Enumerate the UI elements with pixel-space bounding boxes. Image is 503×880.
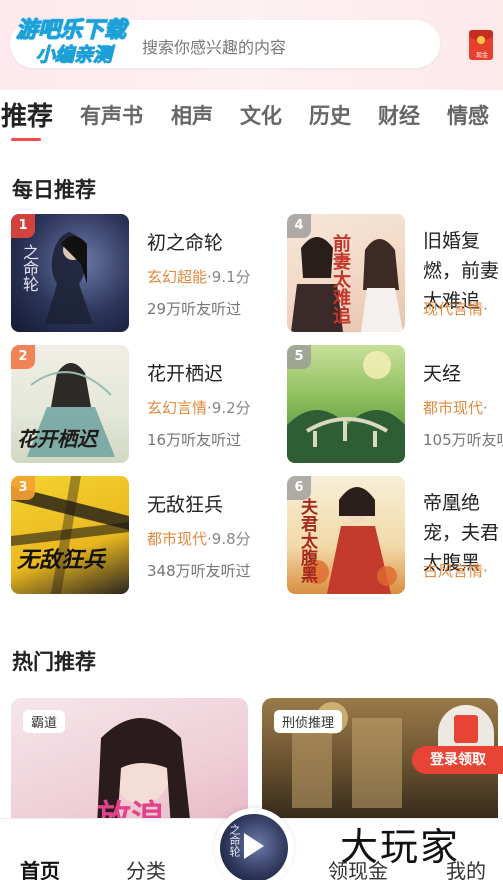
nav-category[interactable]: 分类 (126, 855, 166, 880)
book-genre: 都市现代 (147, 530, 208, 548)
book-meta: 现代言情· (423, 298, 488, 319)
tab-crosstalk[interactable]: 相声 (171, 100, 213, 130)
active-tab-indicator (11, 138, 41, 141)
daily-section-title: 每日推荐 (12, 178, 96, 202)
book-genre: 玄幻言情 (147, 399, 208, 417)
player-cover-title: 之命轮 (228, 824, 241, 857)
rank-badge: 6 (287, 476, 311, 500)
rank-badge: 4 (287, 214, 311, 238)
rank-badge: 3 (11, 476, 35, 500)
book-title: 无敌狂兵 (147, 494, 224, 516)
book-score: ·9.1分 (207, 268, 251, 286)
book-cover: 之命轮 1 (11, 214, 129, 332)
hot-card-tag: 霸道 (23, 710, 66, 733)
tab-finance[interactable]: 财经 (378, 100, 420, 130)
tab-emotion[interactable]: 情感 (447, 100, 489, 130)
book-score: · (483, 562, 488, 580)
watermark-line2: 小编亲测 (35, 44, 113, 67)
play-icon (244, 833, 264, 859)
book-genre: 古风言情 (423, 562, 484, 580)
book-score: ·9.2分 (207, 399, 251, 417)
hot-section-title: 热门推荐 (12, 650, 96, 674)
book-item[interactable]: 之命轮 1 初之命轮 玄幻超能·9.1分 29万听友听过 (11, 214, 251, 334)
nav-home[interactable]: 首页 (20, 855, 60, 880)
book-item[interactable]: 花开栖迟 2 花开栖迟 玄幻言情·9.2分 16万听友听过 (11, 345, 251, 465)
rank-badge: 5 (287, 345, 311, 369)
book-score: · (483, 399, 488, 417)
book-score: ·9.8分 (207, 530, 251, 548)
cover-title: 无敌狂兵 (17, 547, 106, 573)
book-item[interactable]: 前妻太难追 4 旧婚复燃，前妻太难追 现代言情· (287, 214, 503, 334)
book-item[interactable]: 5 天经 都市现代· 105万听友听过 (287, 345, 503, 465)
book-item[interactable]: 无敌狂兵 3 无敌狂兵 都市现代·9.8分 348万听友听过 (11, 476, 251, 596)
rank-badge: 1 (11, 214, 35, 238)
book-title: 初之命轮 (147, 232, 224, 254)
cover-title: 前妻太难追 (330, 234, 351, 324)
book-listeners: 348万听友听过 (147, 562, 251, 580)
tab-culture[interactable]: 文化 (240, 100, 282, 130)
tab-history[interactable]: 历史 (309, 100, 351, 130)
book-cover: 无敌狂兵 3 (11, 476, 129, 594)
book-cover: 夫君太腹黑 6 (287, 476, 405, 594)
cover-title: 夫君太腹黑 (297, 498, 317, 583)
top-header: 搜索你感兴趣的内容 游吧乐下载 小编亲测 现金 (0, 0, 503, 90)
search-placeholder: 搜索你感兴趣的内容 (142, 38, 287, 57)
watermark-logo: 游吧乐下载 小编亲测 (8, 10, 158, 67)
login-reward-button[interactable]: 登录领取 (412, 746, 503, 774)
cover-title: 花开栖迟 (17, 427, 97, 451)
red-packet-label: 现金 (475, 52, 488, 59)
book-listeners: 105万听友听过 (423, 431, 503, 449)
cover-title: 之命轮 (20, 244, 39, 292)
book-meta: 玄幻超能·9.1分 (147, 266, 251, 287)
book-meta: 都市现代·9.8分 (147, 528, 251, 549)
book-cover: 花开栖迟 2 (11, 345, 129, 463)
player-button[interactable]: 之命轮 (214, 808, 294, 880)
category-tabs: 推荐 有声书 相声 文化 历史 财经 情感 (0, 92, 503, 140)
book-genre: 都市现代 (423, 399, 484, 417)
book-meta: 玄幻言情·9.2分 (147, 397, 251, 418)
book-meta: 都市现代· (423, 397, 488, 418)
book-score: · (483, 300, 488, 318)
corner-watermark: 大玩家 (340, 825, 461, 869)
hot-card[interactable]: 放浪 霸道 (11, 698, 248, 828)
book-genre: 现代言情 (423, 300, 484, 318)
book-cover: 5 (287, 345, 405, 463)
book-title: 花开栖迟 (147, 363, 224, 385)
book-cover: 前妻太难追 4 (287, 214, 405, 332)
hot-card-tag: 刑侦推理 (274, 710, 343, 733)
tab-recommend[interactable]: 推荐 (1, 96, 53, 133)
book-title: 天经 (423, 363, 462, 385)
book-listeners: 16万听友听过 (147, 431, 242, 449)
rank-badge: 2 (11, 345, 35, 369)
tab-audiobook[interactable]: 有声书 (80, 100, 143, 130)
book-genre: 玄幻超能 (147, 268, 208, 286)
book-listeners: 29万听友听过 (147, 300, 242, 318)
book-meta: 古风言情· (423, 560, 488, 581)
book-item[interactable]: 夫君太腹黑 6 帝凰绝宠，夫君太腹黑 古风言情· (287, 476, 503, 596)
